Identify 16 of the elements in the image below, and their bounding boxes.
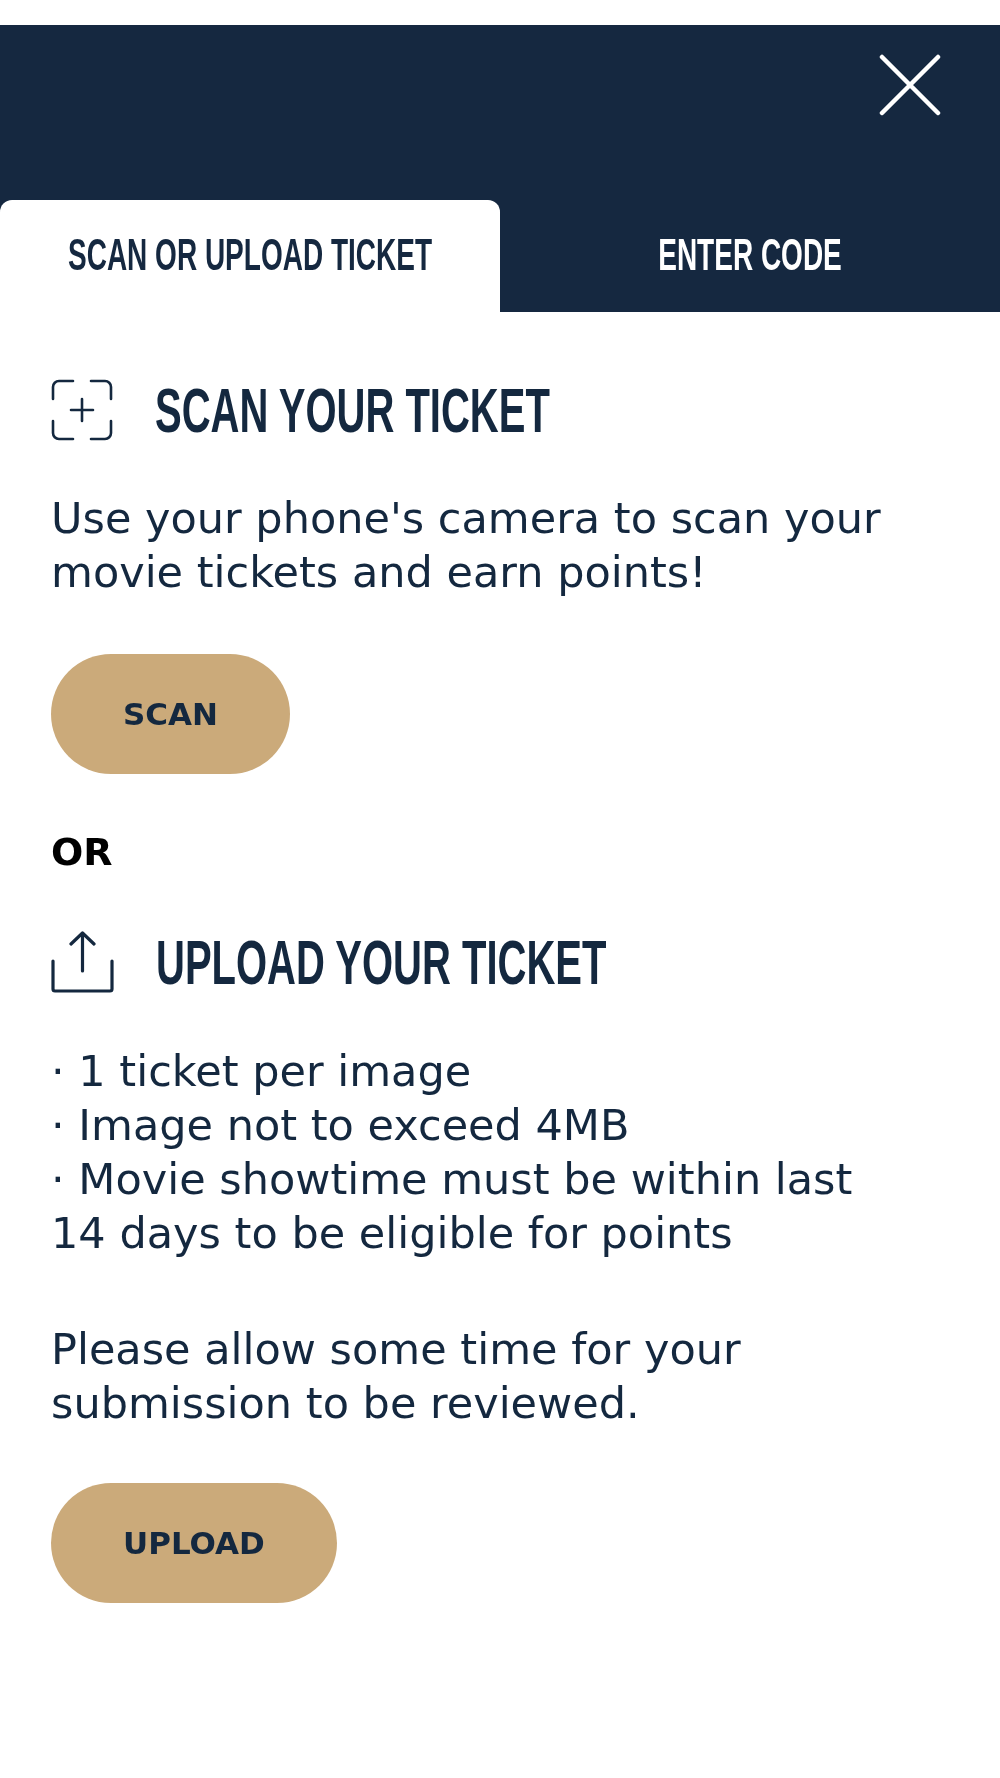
upload-icon: [51, 931, 114, 993]
rule-text: · 1 ticket per image: [51, 1045, 473, 1098]
upload-button[interactable]: UPLOAD: [51, 1483, 337, 1603]
separator-text: OR: [51, 829, 114, 876]
scan-button[interactable]: SCAN: [51, 654, 290, 774]
section-title: UPLOAD YOUR TICKET: [156, 926, 607, 999]
close-icon: [879, 54, 941, 116]
close-button[interactable]: [879, 54, 941, 116]
tab[interactable]: ENTER CODE: [500, 200, 1000, 312]
rule-text: · Movie showtime must be within last 14 days to be eligible for points: [51, 1153, 854, 1260]
section-title: SCAN YOUR TICKET: [155, 374, 550, 447]
rule-text: · Image not to exceed 4MB: [51, 1099, 631, 1152]
tab[interactable]: SCAN OR UPLOAD TICKET: [0, 200, 500, 312]
note-text: Please allow some time for your submission to be reviewed.: [51, 1323, 742, 1430]
description-text: Use your phone's camera to scan your movie tickets and earn points!: [51, 492, 882, 599]
scan-frame-icon: [51, 379, 113, 441]
